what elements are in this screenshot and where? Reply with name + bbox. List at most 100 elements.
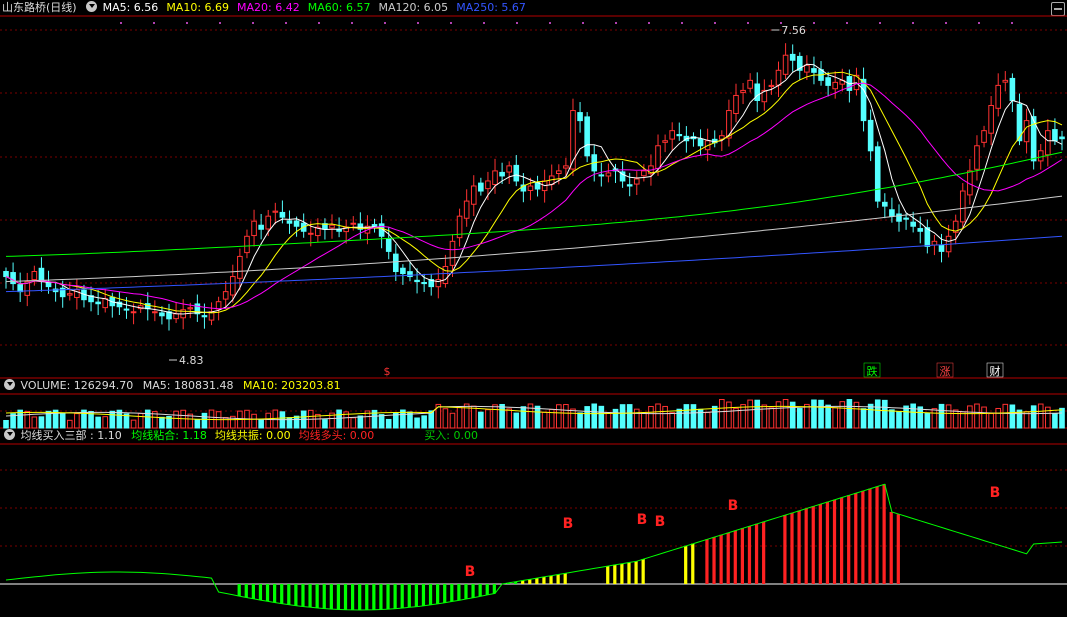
volume-bar	[690, 404, 697, 429]
volume-bar	[322, 419, 328, 429]
candle-body	[392, 253, 399, 273]
volume-bar	[648, 405, 654, 429]
candle-body	[421, 281, 427, 285]
candle-body	[832, 81, 839, 90]
volume-bar	[421, 415, 427, 429]
candle-body	[598, 174, 605, 177]
indicator-bar	[861, 490, 865, 584]
stock-chart[interactable]: 7.564.83$ 跌涨财BB B BBB	[0, 0, 1067, 617]
indicator-bar	[613, 564, 617, 584]
indicator-line	[5, 483, 1063, 611]
volume-bar	[272, 409, 279, 429]
candle-body	[258, 224, 264, 230]
indicator-bar	[407, 584, 411, 608]
volume-bar	[74, 413, 80, 429]
volume-bar	[130, 419, 137, 429]
indicator-bar	[308, 584, 312, 608]
indicator-bar	[358, 584, 362, 610]
candle-body	[825, 77, 831, 86]
candle-body	[45, 281, 52, 288]
candle-body	[988, 105, 994, 134]
volume-bar	[676, 408, 683, 429]
high-price-label: 7.56	[781, 24, 806, 37]
volume-bar	[222, 416, 229, 429]
volume-bar	[414, 417, 420, 429]
volume-bar	[839, 401, 846, 429]
legend-dot	[351, 22, 353, 24]
volume-bar	[350, 417, 357, 429]
candle-body	[981, 130, 987, 143]
candle-body	[584, 116, 590, 157]
candle-body	[222, 291, 229, 300]
indicator-bar	[343, 584, 348, 610]
legend-dot	[813, 22, 815, 24]
candle-body	[676, 134, 683, 137]
candle-body	[655, 145, 661, 169]
candle-body	[123, 308, 130, 311]
indicator-bar	[464, 584, 468, 599]
candle-body	[740, 89, 746, 93]
candle-body	[669, 130, 676, 140]
candle-body	[463, 200, 470, 219]
candle-body	[173, 313, 179, 320]
volume-bar	[66, 419, 73, 429]
indicator-bar	[825, 501, 830, 584]
volume-bar	[726, 401, 732, 429]
candle-body	[782, 54, 789, 75]
candle-body	[556, 170, 562, 174]
volume-bar	[655, 403, 661, 429]
volume-bar	[470, 405, 477, 429]
candle-body	[896, 213, 902, 222]
candle-body	[251, 220, 257, 237]
volume-bar	[442, 408, 449, 429]
volume-bar	[1023, 411, 1030, 429]
candle-body	[442, 265, 449, 285]
candle-body	[754, 83, 761, 101]
candle-body	[449, 240, 456, 266]
indicator-bar	[336, 584, 341, 610]
volume-bar	[38, 416, 45, 429]
indicator-bar	[251, 584, 255, 599]
indicator-bar	[762, 521, 766, 584]
volume-bar	[903, 405, 909, 429]
volume-bar	[896, 411, 902, 429]
volume-bar	[747, 399, 753, 429]
indicator-bar	[747, 526, 752, 584]
candle-body	[811, 68, 817, 73]
candle-body	[1023, 120, 1030, 143]
volume-bar	[159, 416, 165, 429]
volume-bar	[485, 409, 491, 429]
legend-dot	[846, 22, 848, 24]
volume-bar	[818, 399, 824, 429]
indicator-bar	[365, 584, 369, 610]
candle-body	[995, 84, 1002, 109]
candle-body	[938, 244, 945, 252]
buy-signal-label: B	[655, 514, 666, 530]
candle-body	[329, 224, 335, 229]
candle-body	[3, 271, 9, 278]
volume-bar	[981, 406, 987, 429]
indicator-bar	[712, 537, 716, 584]
indicator-bar	[606, 566, 610, 584]
indicator-bar	[315, 584, 319, 609]
candle-body	[931, 240, 938, 246]
indicator-bar	[620, 563, 624, 584]
volume-bar	[378, 414, 385, 429]
candle-body	[903, 217, 909, 220]
candle-body	[407, 271, 413, 278]
legend-dot	[747, 22, 749, 24]
volume-bar	[591, 403, 598, 429]
legend-dot	[714, 22, 716, 24]
candle-body	[605, 172, 612, 177]
ma-line-5	[5, 63, 1063, 315]
legend-dot	[252, 22, 254, 24]
volume-bar	[641, 412, 647, 429]
legend-dot	[615, 22, 617, 24]
volume-bar	[917, 406, 924, 429]
volume-bar	[619, 404, 626, 429]
candle-body	[478, 182, 484, 192]
volume-bar	[988, 413, 994, 429]
candle-body	[867, 119, 874, 152]
candle-body	[229, 276, 236, 296]
candle-body	[492, 170, 498, 185]
